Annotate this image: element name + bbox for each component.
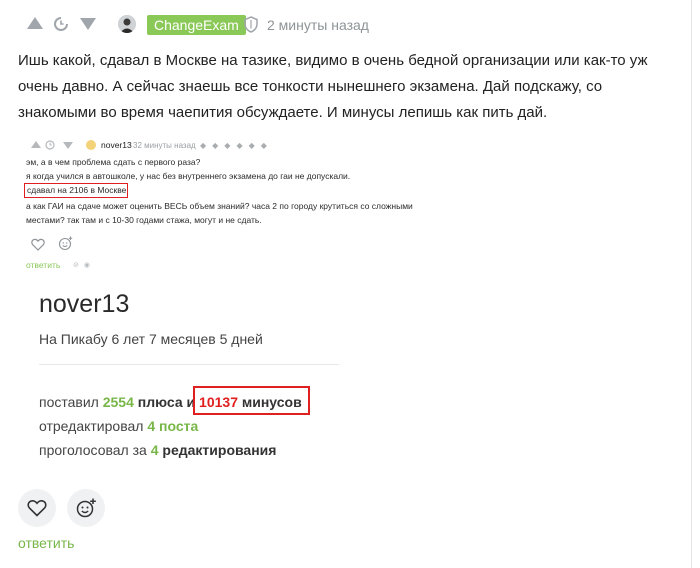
voted-count: 4 bbox=[150, 442, 159, 458]
highlight-box bbox=[24, 183, 128, 198]
comment-text: Ишь какой, сдавал в Москве на тазике, ви… bbox=[18, 52, 648, 121]
author-badge[interactable]: ChangeExam bbox=[147, 15, 246, 35]
right-border bbox=[691, 0, 692, 568]
add-reaction-button[interactable] bbox=[67, 489, 105, 527]
screenshot-clock-icon bbox=[45, 140, 55, 150]
screenshot-tool-icons: ◆◆◆◆◆◆ bbox=[200, 141, 273, 150]
screenshot-line: эм, а в чем проблема сдать с первого раз… bbox=[26, 157, 201, 167]
voted-label: редактирования bbox=[162, 442, 277, 458]
screenshot-username: nover13 bbox=[101, 140, 132, 150]
profile-edited-row: отредактировал 4 поста bbox=[39, 417, 198, 435]
profile-voted-row: проголосовал за 4 редактирования bbox=[39, 441, 276, 459]
screenshot-line: я когда учился в автошколе, у нас без вн… bbox=[26, 171, 351, 181]
timestamp: 2 минуты назад bbox=[267, 17, 369, 33]
heart-icon bbox=[27, 500, 47, 517]
downvote-icon[interactable] bbox=[80, 18, 96, 30]
screenshot-reply-icons: ⊘◉ bbox=[73, 262, 95, 269]
profile-divider bbox=[39, 364, 339, 365]
screenshot-avatar bbox=[86, 140, 96, 150]
screenshot-emoji-icon bbox=[58, 236, 73, 251]
minus-highlight-box bbox=[193, 386, 310, 415]
screenshot-downvote-icon bbox=[63, 142, 73, 149]
avatar[interactable] bbox=[118, 15, 136, 33]
profile-since: На Пикабу 6 лет 7 месяцев 5 дней bbox=[39, 331, 263, 347]
emoji-add-icon bbox=[76, 498, 96, 518]
screenshot-line: местами? так там и с 10-30 годами стажа,… bbox=[26, 215, 262, 225]
clock-icon[interactable] bbox=[53, 16, 69, 32]
screenshot-time: 32 минуты назад bbox=[133, 141, 196, 150]
upvote-icon[interactable] bbox=[27, 17, 43, 29]
shield-icon bbox=[244, 16, 258, 33]
screenshot-reply-link: ответить bbox=[26, 260, 61, 270]
reply-link[interactable]: ответить bbox=[18, 534, 74, 552]
screenshot-line: а как ГАИ на сдаче может оценить ВЕСЬ об… bbox=[26, 201, 413, 211]
edited-value: 4 поста bbox=[147, 418, 199, 434]
plus-count: 2554 bbox=[102, 394, 134, 410]
like-button[interactable] bbox=[18, 489, 56, 527]
screenshot-upvote-icon bbox=[31, 141, 41, 148]
votes-prefix: поставил bbox=[39, 394, 99, 410]
voted-prefix: проголосовал за bbox=[39, 442, 147, 458]
plus-label: плюса и bbox=[137, 394, 196, 410]
edited-prefix: отредактировал bbox=[39, 418, 144, 434]
avatar-image bbox=[118, 15, 136, 33]
screenshot-heart-icon bbox=[31, 238, 45, 251]
profile-username: nover13 bbox=[39, 290, 130, 318]
